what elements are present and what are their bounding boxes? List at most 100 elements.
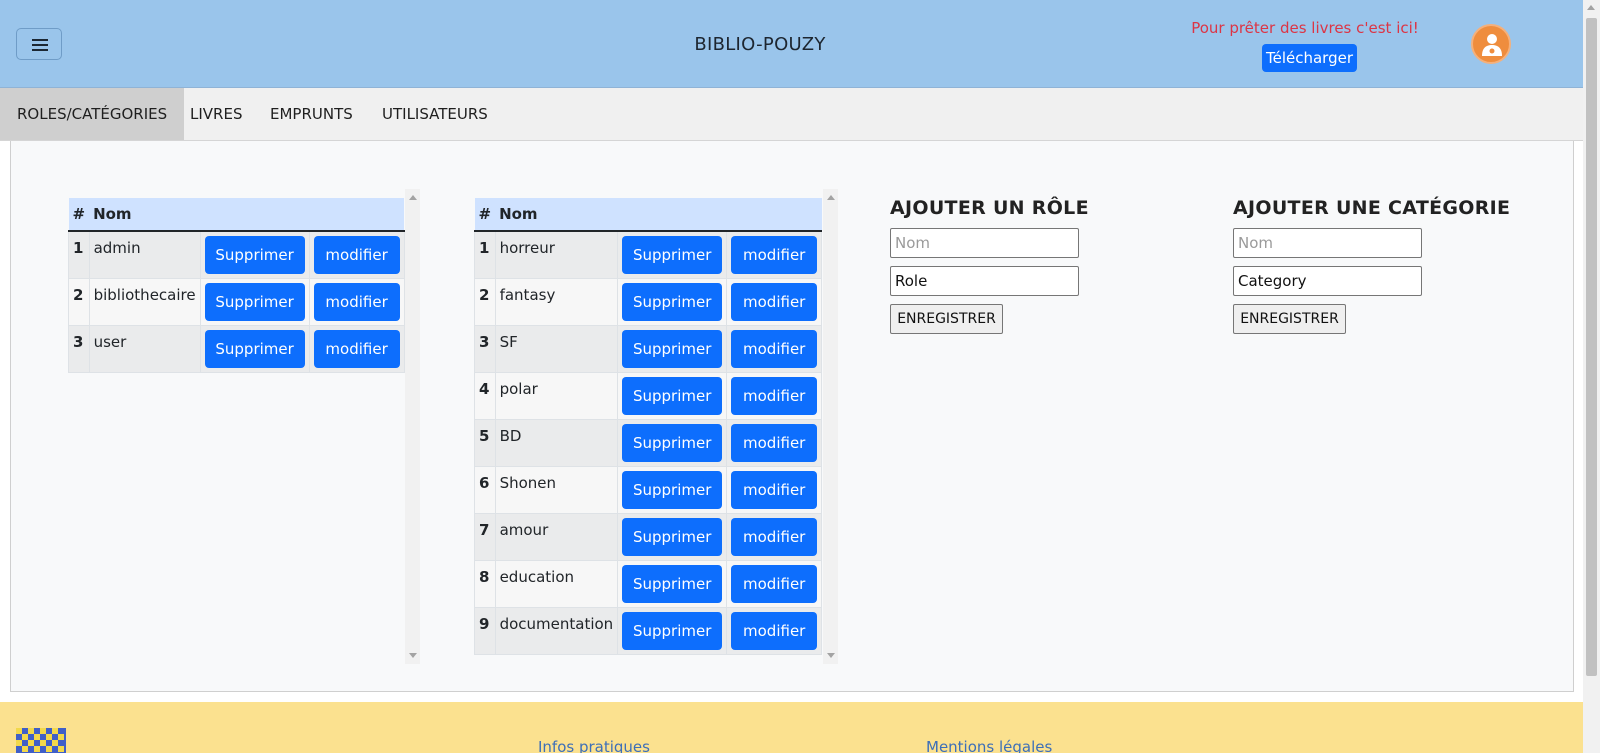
delete-category-button[interactable]: Supprimer bbox=[622, 471, 723, 509]
role-select-input[interactable]: Role bbox=[890, 266, 1079, 296]
tab-utilisateurs[interactable]: UTILISATEURS bbox=[365, 88, 505, 140]
page-scrollbar[interactable] bbox=[1583, 0, 1600, 753]
table-row: 2 bibliothecaire Supprimer modifier bbox=[68, 278, 405, 326]
scroll-up-icon[interactable] bbox=[827, 195, 835, 200]
main-nav: ROLES/CATÉGORIES LIVRES EMPRUNTS UTILISA… bbox=[0, 88, 1583, 141]
scroll-up-icon[interactable] bbox=[1587, 5, 1595, 10]
category-name-input[interactable]: Nom bbox=[1233, 228, 1422, 258]
delete-cell: Supprimer bbox=[617, 607, 728, 655]
edit-cell: modifier bbox=[726, 513, 823, 561]
table-row: 2 fantasy Supprimer modifier bbox=[474, 278, 823, 326]
tab-roles-categories[interactable]: ROLES/CATÉGORIES bbox=[0, 88, 185, 140]
category-name: Shonen bbox=[494, 466, 619, 514]
edit-cell: modifier bbox=[308, 325, 405, 373]
row-number: 2 bbox=[474, 278, 496, 326]
row-number: 3 bbox=[474, 325, 496, 373]
category-select-input[interactable]: Category bbox=[1233, 266, 1422, 296]
edit-cell: modifier bbox=[726, 278, 823, 326]
edit-role-button[interactable]: modifier bbox=[313, 283, 400, 321]
row-number: 3 bbox=[68, 325, 90, 373]
scroll-up-icon[interactable] bbox=[409, 195, 417, 200]
role-name-input[interactable]: Nom bbox=[890, 228, 1079, 258]
edit-category-button[interactable]: modifier bbox=[731, 612, 818, 650]
column-header-number: # bbox=[68, 198, 90, 232]
edit-category-button[interactable]: modifier bbox=[731, 330, 818, 368]
table-row: 4 polar Supprimer modifier bbox=[474, 372, 823, 420]
edit-cell: modifier bbox=[726, 325, 823, 373]
table-row: 3 SF Supprimer modifier bbox=[474, 325, 823, 373]
roles-table-scrollbar[interactable] bbox=[405, 189, 420, 664]
delete-role-button[interactable]: Supprimer bbox=[204, 330, 305, 368]
delete-cell: Supprimer bbox=[617, 372, 728, 420]
table-row: 3 user Supprimer modifier bbox=[68, 325, 405, 373]
promo-text: Pour prêter des livres c'est ici! bbox=[1191, 19, 1419, 37]
save-role-button[interactable]: ENREGISTRER bbox=[890, 304, 1003, 334]
edit-cell: modifier bbox=[726, 560, 823, 608]
tab-emprunts[interactable]: EMPRUNTS bbox=[253, 88, 370, 140]
delete-cell: Supprimer bbox=[617, 560, 728, 608]
role-name: admin bbox=[88, 230, 201, 279]
category-name: horreur bbox=[494, 230, 619, 279]
delete-category-button[interactable]: Supprimer bbox=[622, 424, 723, 462]
save-category-button[interactable]: ENREGISTRER bbox=[1233, 304, 1346, 334]
row-number: 1 bbox=[68, 230, 90, 279]
table-row: 8 education Supprimer modifier bbox=[474, 560, 823, 608]
row-number: 4 bbox=[474, 372, 496, 420]
roles-table: # Nom 1 admin Supprimer modifier 2 bibli… bbox=[68, 198, 405, 373]
row-number: 9 bbox=[474, 607, 496, 655]
delete-cell: Supprimer bbox=[617, 278, 728, 326]
table-row: 6 Shonen Supprimer modifier bbox=[474, 466, 823, 514]
table-row: 9 documentation Supprimer modifier bbox=[474, 607, 823, 655]
add-category-title: AJOUTER UNE CATÉGORIE bbox=[1233, 197, 1511, 219]
role-name: bibliothecaire bbox=[88, 278, 201, 326]
delete-role-button[interactable]: Supprimer bbox=[204, 236, 305, 274]
scroll-down-icon[interactable] bbox=[827, 653, 835, 658]
tab-livres[interactable]: LIVRES bbox=[173, 88, 259, 140]
delete-category-button[interactable]: Supprimer bbox=[622, 612, 723, 650]
delete-cell: Supprimer bbox=[617, 466, 728, 514]
delete-role-button[interactable]: Supprimer bbox=[204, 283, 305, 321]
user-avatar-button[interactable] bbox=[1471, 24, 1511, 64]
column-header-name: Nom bbox=[89, 198, 405, 232]
edit-category-button[interactable]: modifier bbox=[731, 565, 818, 603]
edit-cell: modifier bbox=[308, 278, 405, 326]
add-role-title: AJOUTER UN RÔLE bbox=[890, 197, 1089, 219]
edit-category-button[interactable]: modifier bbox=[731, 424, 818, 462]
footer-link-infos[interactable]: Infos pratiques bbox=[538, 738, 650, 753]
delete-cell: Supprimer bbox=[199, 325, 310, 373]
category-name: polar bbox=[494, 372, 619, 420]
categories-table-scrollbar[interactable] bbox=[823, 189, 838, 664]
edit-role-button[interactable]: modifier bbox=[313, 236, 400, 274]
download-button[interactable]: Télécharger bbox=[1262, 44, 1357, 72]
delete-cell: Supprimer bbox=[617, 230, 728, 279]
delete-category-button[interactable]: Supprimer bbox=[622, 565, 723, 603]
user-avatar-icon bbox=[1482, 34, 1502, 56]
edit-cell: modifier bbox=[726, 372, 823, 420]
edit-category-button[interactable]: modifier bbox=[731, 283, 818, 321]
edit-role-button[interactable]: modifier bbox=[313, 330, 400, 368]
delete-category-button[interactable]: Supprimer bbox=[622, 236, 723, 274]
row-number: 2 bbox=[68, 278, 90, 326]
row-number: 8 bbox=[474, 560, 496, 608]
scroll-down-icon[interactable] bbox=[409, 653, 417, 658]
delete-category-button[interactable]: Supprimer bbox=[622, 518, 723, 556]
delete-category-button[interactable]: Supprimer bbox=[622, 377, 723, 415]
edit-category-button[interactable]: modifier bbox=[731, 377, 818, 415]
add-role-form: AJOUTER UN RÔLE bbox=[890, 197, 1089, 219]
category-name: documentation bbox=[494, 607, 619, 655]
delete-category-button[interactable]: Supprimer bbox=[622, 330, 723, 368]
add-category-form: AJOUTER UNE CATÉGORIE bbox=[1233, 197, 1510, 219]
edit-category-button[interactable]: modifier bbox=[731, 518, 818, 556]
table-row: 5 BD Supprimer modifier bbox=[474, 419, 823, 467]
delete-cell: Supprimer bbox=[199, 230, 310, 279]
footer-link-mentions[interactable]: Mentions légales bbox=[926, 738, 1052, 753]
edit-category-button[interactable]: modifier bbox=[731, 236, 818, 274]
edit-cell: modifier bbox=[726, 419, 823, 467]
edit-category-button[interactable]: modifier bbox=[731, 471, 818, 509]
scroll-thumb[interactable] bbox=[1586, 18, 1597, 676]
delete-category-button[interactable]: Supprimer bbox=[622, 283, 723, 321]
table-row: 1 admin Supprimer modifier bbox=[68, 230, 405, 279]
table-row: 7 amour Supprimer modifier bbox=[474, 513, 823, 561]
categories-table: # Nom 1 horreur Supprimer modifier 2 fan… bbox=[474, 198, 823, 655]
delete-cell: Supprimer bbox=[617, 419, 728, 467]
